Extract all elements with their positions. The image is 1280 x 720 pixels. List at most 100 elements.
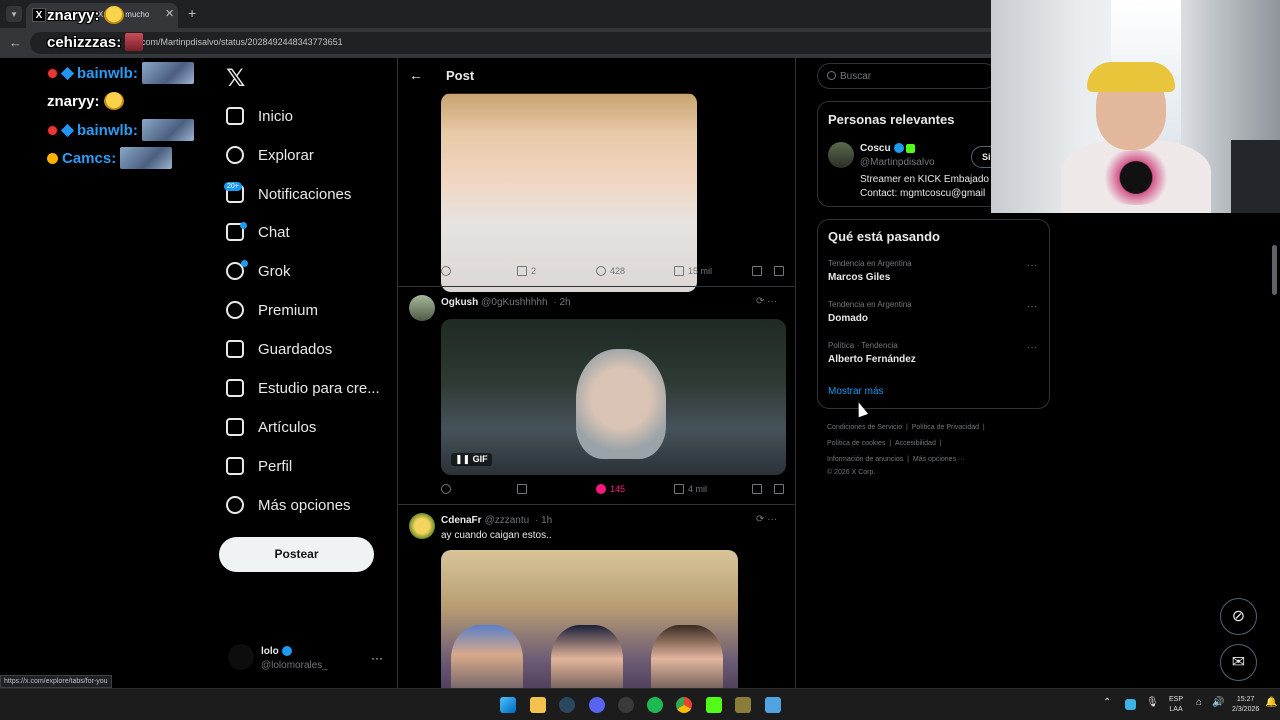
sidebar-item-1[interactable]: Inicio: [226, 101, 293, 131]
tweet-author[interactable]: CdenaFr @zzzantu · 1h: [441, 515, 552, 526]
privacy-link[interactable]: Política de Privacidad: [912, 424, 979, 431]
tray-app-icon[interactable]: [1125, 699, 1136, 710]
trend-more-icon[interactable]: ···: [1027, 260, 1037, 271]
tray-chevron-icon[interactable]: ⌃: [1103, 698, 1111, 708]
relevant-user-name[interactable]: Coscu: [860, 143, 915, 154]
like-button[interactable]: 428: [596, 266, 625, 276]
like-button[interactable]: 145: [596, 484, 625, 494]
avatar[interactable]: [828, 142, 854, 168]
terms-link[interactable]: Condiciones de Servicio: [827, 424, 902, 431]
sidebar-item-5[interactable]: Grok: [226, 256, 291, 286]
orange-badge-icon: [47, 152, 58, 164]
new-tab-button[interactable]: +: [188, 5, 196, 21]
back-arrow-icon[interactable]: ←: [409, 67, 423, 83]
sidebar-item-8[interactable]: Estudio para cre...: [226, 373, 380, 403]
notepad-icon[interactable]: [765, 697, 781, 713]
share-icon: [774, 266, 784, 276]
grok-fab-icon[interactable]: ⊘: [1220, 598, 1257, 635]
language-indicator[interactable]: ESP LAA: [1169, 695, 1183, 715]
retweet-button[interactable]: 2: [517, 266, 536, 276]
discord-icon[interactable]: [589, 697, 605, 713]
clock[interactable]: 15:27 2/3/2026: [1232, 695, 1259, 715]
gif-badge[interactable]: ❚❚ GIF: [451, 453, 492, 466]
more-options-link[interactable]: Más opciones ···: [913, 456, 965, 463]
kick-icon[interactable]: [706, 697, 722, 713]
share-button[interactable]: [774, 484, 784, 494]
tweet[interactable]: Ogkush @0gKushhhhh · 2h ⟳ ··· ❚❚ GIF 145 …: [398, 287, 795, 504]
chair: [1231, 140, 1280, 213]
url-text[interactable]: x.com/Martinpdisalvo/status/202849244834…: [134, 37, 343, 47]
tweet-more-icon[interactable]: ⟳ ···: [756, 514, 777, 525]
steam-icon[interactable]: [559, 697, 575, 713]
sidebar-item-2[interactable]: Explorar: [226, 140, 314, 170]
tab-search-button[interactable]: ▾: [6, 6, 22, 22]
tweet-image[interactable]: [441, 93, 697, 292]
trend-more-icon[interactable]: ···: [1027, 301, 1037, 312]
like-count: 428: [610, 266, 626, 276]
shirt-graphic: [501, 228, 621, 258]
tweet-more-icon[interactable]: ⟳ ···: [756, 296, 777, 307]
reply-button[interactable]: [441, 484, 451, 494]
premium-icon: [226, 301, 244, 319]
trend-item[interactable]: Alberto Fernández: [828, 354, 916, 365]
tweet-time: · 2h: [553, 297, 571, 308]
share-button[interactable]: [774, 266, 784, 276]
retweet-button[interactable]: [517, 484, 527, 494]
tweet-image[interactable]: [441, 550, 738, 688]
tweet-author[interactable]: Ogkush @0gKushhhhh · 2h: [441, 297, 571, 308]
bookmark-button[interactable]: [752, 266, 762, 276]
microphone-icon[interactable]: 🎙: [1146, 698, 1159, 708]
sidebar-item-6[interactable]: Premium: [226, 295, 318, 325]
file-explorer-icon[interactable]: [530, 697, 546, 713]
trend-item[interactable]: Marcos Giles: [828, 272, 890, 283]
bookmark-button[interactable]: [752, 484, 762, 494]
account-more-icon[interactable]: ···: [371, 651, 383, 665]
chrome-icon[interactable]: [676, 697, 692, 713]
tweet-gif[interactable]: ❚❚ GIF: [441, 319, 786, 475]
sidebar-item-7[interactable]: Guardados: [226, 334, 332, 364]
accessibility-link[interactable]: Accesibilidad: [895, 440, 936, 447]
retweet-icon: [517, 266, 527, 276]
tweet[interactable]: CdenaFr @zzzantu · 1h ⟳ ··· ay cuando cai…: [398, 505, 795, 688]
chat-username: znaryy:: [47, 6, 100, 24]
avatar[interactable]: [409, 295, 435, 321]
sidebar-item-3[interactable]: Notificaciones: [226, 179, 351, 209]
trend-meta: Tendencia en Argentina: [828, 300, 912, 309]
x-logo-icon[interactable]: 𝕏: [226, 64, 245, 93]
kick-badge-icon: [905, 143, 915, 153]
search-input[interactable]: Buscar: [817, 63, 997, 89]
network-icon[interactable]: ⌂: [1196, 698, 1202, 708]
app-icon[interactable]: [735, 697, 751, 713]
post-header: ← Post: [398, 58, 795, 94]
post-button[interactable]: Postear: [219, 537, 374, 572]
show-more-link[interactable]: Mostrar más: [828, 386, 884, 397]
cookies-link[interactable]: Política de cookies: [827, 440, 885, 447]
browser-back-icon[interactable]: ←: [9, 35, 22, 50]
avatar[interactable]: [409, 513, 435, 539]
views-button[interactable]: 4 mil: [674, 484, 707, 494]
sidebar-item-11[interactable]: Más opciones: [226, 490, 351, 520]
close-tab-icon[interactable]: ✕: [165, 7, 174, 20]
sidebar-item-4[interactable]: Chat: [226, 217, 290, 247]
spotify-icon[interactable]: [647, 697, 663, 713]
person: [451, 625, 523, 688]
trend-item[interactable]: Domado: [828, 313, 868, 324]
scrollbar[interactable]: [1272, 245, 1277, 295]
relevant-user-handle[interactable]: @Martinpdisalvo: [860, 157, 935, 168]
trend-more-icon[interactable]: ···: [1027, 342, 1037, 353]
relevant-user-bio: Streamer en KICK Embajado Contact: mgmtco…: [860, 174, 989, 199]
messages-fab-icon[interactable]: ✉: [1220, 644, 1257, 681]
grok-unread-dot: [241, 260, 248, 267]
notifications-bell-icon[interactable]: 🔔: [1265, 698, 1277, 708]
obs-icon[interactable]: [618, 697, 634, 713]
reply-button[interactable]: [441, 266, 451, 276]
sidebar-item-9[interactable]: Artículos: [226, 412, 316, 442]
start-icon[interactable]: [500, 697, 516, 713]
ads-info-link[interactable]: Información de anuncios: [827, 456, 903, 463]
streamer-cap: [1087, 62, 1175, 92]
articles-icon: [226, 418, 244, 436]
sidebar-item-10[interactable]: Perfil: [226, 451, 292, 481]
views-button[interactable]: 15 mil: [674, 266, 712, 276]
webcam-overlay: [991, 0, 1280, 213]
volume-icon[interactable]: 🔊: [1212, 698, 1224, 708]
